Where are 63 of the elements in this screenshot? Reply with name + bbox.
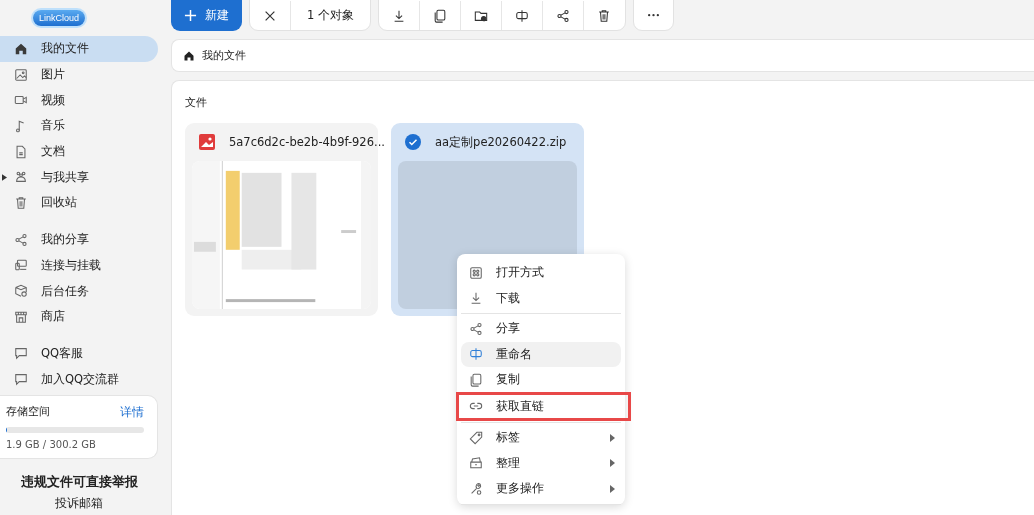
folder-icon xyxy=(474,8,488,23)
chat-bubbles-icon xyxy=(14,372,28,387)
trash-icon xyxy=(597,8,612,23)
tools-icon xyxy=(469,481,483,496)
details-link[interactable]: 详情 xyxy=(120,403,144,421)
expand-arrow-icon[interactable] xyxy=(2,173,7,181)
chat-bubble-icon xyxy=(14,346,28,361)
sidebar-item[interactable]: 连接与挂载 xyxy=(0,252,158,279)
file-name: 5a7c6d2c-be2b-4b9f-926... xyxy=(229,135,385,149)
report-title: 违规文件可直接举报 xyxy=(20,472,138,491)
selection-count: 1 个对象 xyxy=(306,7,355,24)
document-icon xyxy=(14,144,28,159)
box-icon xyxy=(469,456,483,471)
home-icon xyxy=(14,41,28,56)
menu-item[interactable]: 复制 xyxy=(461,367,621,393)
menu-item[interactable]: 重命名 xyxy=(461,341,621,367)
menu-item[interactable]: 更多操作 xyxy=(461,476,621,502)
share-icon xyxy=(14,232,28,247)
sidebar-item[interactable]: QQ客服 xyxy=(0,340,158,367)
sidebar-item[interactable]: 我的文件 xyxy=(0,36,158,62)
sidebar-item[interactable]: 音乐 xyxy=(0,113,158,139)
menu-item[interactable]: 分享 xyxy=(461,316,621,342)
file-name: aa定制pe20260422.zip xyxy=(435,134,567,150)
section-heading: 文件 xyxy=(185,95,208,110)
trash-icon xyxy=(14,195,28,210)
storage-usage: 1.9 GB / 300.2 GB xyxy=(6,438,97,450)
sidebar-item[interactable]: 后台任务 xyxy=(0,278,158,304)
sidebar-item[interactable]: 与我共享 xyxy=(0,164,158,191)
breadcrumb-item[interactable]: 我的文件 xyxy=(202,48,246,63)
tag-icon xyxy=(469,430,483,445)
rename-icon xyxy=(515,8,529,23)
download-icon xyxy=(392,8,406,23)
share-icon xyxy=(556,8,570,23)
sidebar-item[interactable]: 商店 xyxy=(0,303,158,330)
new-button[interactable]: 新建 xyxy=(171,0,242,31)
share-icon xyxy=(469,321,483,336)
sidebar-item[interactable]: 加入QQ交流群 xyxy=(0,366,158,392)
people-icon xyxy=(14,170,28,185)
menu-item[interactable]: 整理 xyxy=(461,450,621,476)
image-icon xyxy=(14,67,28,82)
plus-icon xyxy=(184,9,197,22)
sidebar-item[interactable]: 回收站 xyxy=(0,190,158,216)
copy-icon xyxy=(469,372,483,387)
image-file-icon xyxy=(199,134,215,150)
mount-icon xyxy=(14,258,28,273)
more-icon xyxy=(648,14,659,17)
report-subtitle: 投诉邮箱 xyxy=(55,494,103,512)
menu-item[interactable]: 标签 xyxy=(461,425,621,451)
sidebar-item[interactable]: 文档 xyxy=(0,138,158,165)
task-icon xyxy=(14,284,28,299)
copy-icon xyxy=(433,8,447,23)
sidebar-item[interactable]: 视频 xyxy=(0,87,158,114)
logo: LinkCloud xyxy=(33,10,86,26)
rename-icon xyxy=(469,347,483,362)
store-icon xyxy=(14,309,28,324)
grid-icon xyxy=(469,265,483,280)
menu-item[interactable]: 获取直链 xyxy=(458,393,629,419)
sidebar-item[interactable]: 我的分享 xyxy=(0,226,158,253)
sidebar-item[interactable]: 图片 xyxy=(0,61,158,88)
check-icon[interactable] xyxy=(405,134,421,150)
storage-title: 存储空间 xyxy=(6,403,50,420)
home-icon xyxy=(183,49,195,62)
download-icon xyxy=(469,291,483,306)
